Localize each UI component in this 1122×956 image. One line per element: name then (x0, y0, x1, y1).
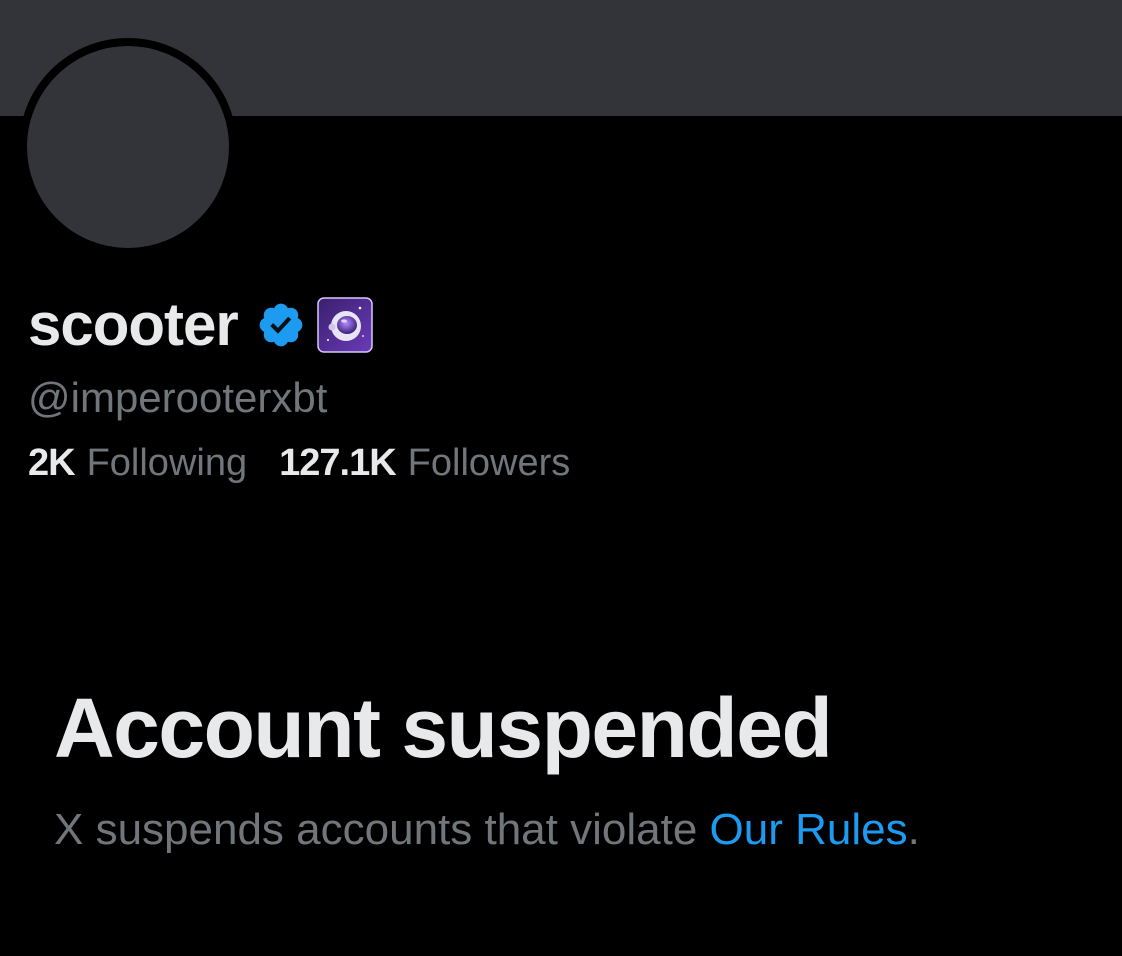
suspension-title: Account suspended (54, 681, 833, 775)
suspension-description-prefix: X suspends accounts that violate (54, 805, 710, 854)
following-stat[interactable]: 2K Following (28, 438, 247, 488)
profile-name-row: scooter (28, 290, 374, 360)
following-count: 2K (28, 442, 76, 484)
our-rules-link[interactable]: Our Rules (710, 805, 908, 854)
profile-stats: 2K Following 127.1K Followers (28, 438, 602, 488)
avatar[interactable] (19, 38, 237, 256)
followers-stat[interactable]: 127.1K Followers (279, 438, 570, 488)
profile-page: scooter @imperooterxbt 2K Following 127.… (0, 0, 1122, 956)
suspension-description: X suspends accounts that violate Our Rul… (54, 802, 920, 858)
following-label: Following (86, 442, 248, 484)
followers-count: 127.1K (279, 442, 397, 484)
suspension-description-suffix: . (907, 805, 920, 854)
profile-handle: @imperooterxbt (28, 374, 328, 421)
display-name: scooter (28, 291, 239, 358)
astronaut-helmet-icon[interactable] (316, 296, 374, 354)
verified-badge-icon[interactable] (256, 300, 306, 350)
followers-label: Followers (407, 442, 571, 484)
